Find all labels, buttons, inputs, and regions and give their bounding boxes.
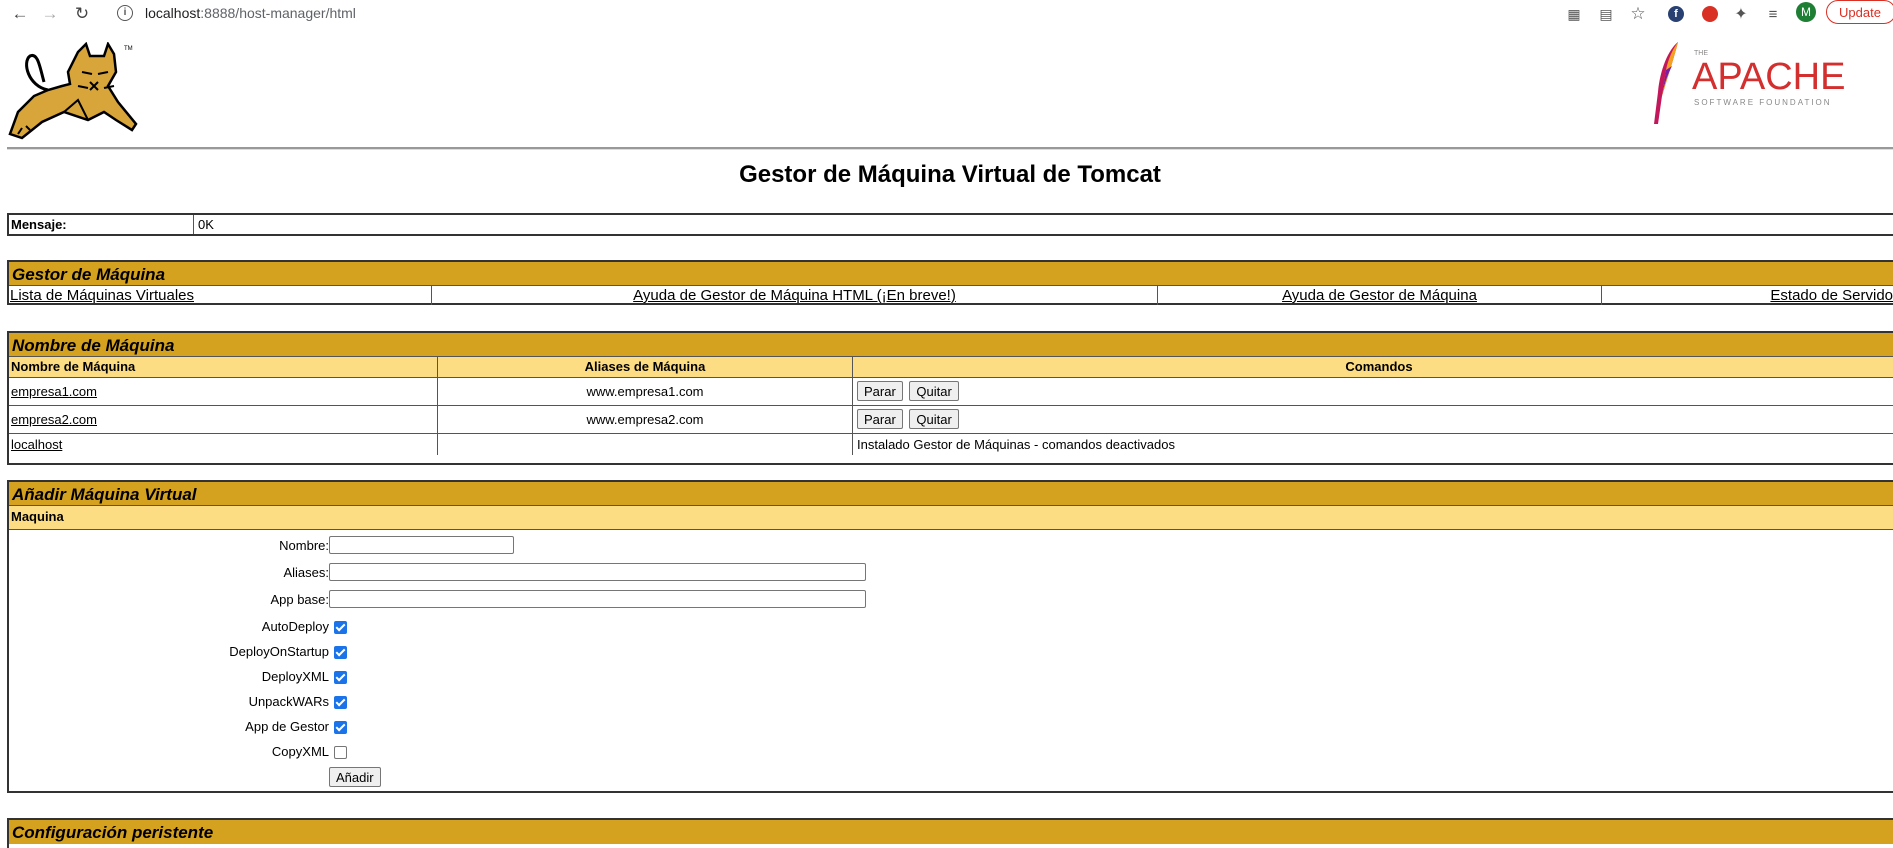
site-info-icon[interactable]: i [117, 5, 133, 21]
forward-icon[interactable]: → [38, 2, 62, 26]
form-row-appbase: App base: [9, 590, 609, 612]
manager-section: Gestor de Máquina Lista de Máquinas Virt… [7, 260, 1893, 305]
form-row-copyxml: CopyXML [9, 742, 609, 764]
checkbox-label: DeployOnStartup [29, 644, 329, 659]
checkbox-label: DeployXML [29, 669, 329, 684]
bookmark-star-icon[interactable]: ☆ [1628, 4, 1648, 24]
form-row-autodeploy: AutoDeploy [9, 617, 609, 639]
checkbox-label: AutoDeploy [29, 619, 329, 634]
table-row: empresa1.com www.empresa1.com Parar Quit… [9, 377, 1893, 405]
profile-avatar[interactable]: M [1796, 2, 1816, 22]
back-icon[interactable]: ← [8, 2, 32, 26]
form-row-unpackwars: UnpackWARs [9, 692, 609, 714]
url-path: :8888/host-manager/html [200, 5, 356, 21]
page-title: Gestor de Máquina Virtual de Tomcat [0, 161, 1893, 189]
add-host-button[interactable]: Añadir [329, 767, 381, 787]
link-host-list[interactable]: Lista de Máquinas Virtuales [10, 287, 194, 304]
link-manager-help[interactable]: Ayuda de Gestor de Máquina [1282, 287, 1477, 304]
host-table: Nombre de Máquina Aliases de Máquina Com… [9, 357, 1893, 455]
persistent-config-section: Configuración peristente [7, 818, 1893, 848]
table-row: localhost Instalado Gestor de Máquinas -… [9, 433, 1893, 455]
stop-host-button[interactable]: Parar [857, 381, 903, 401]
url-host: localhost [145, 5, 200, 21]
add-host-form: Nombre: Aliases: App base: AutoDeploy De… [9, 530, 1893, 790]
form-row-deployxml: DeployXML [9, 667, 609, 689]
message-label: Mensaje: [9, 215, 194, 234]
page-content: TM THE APACHE SOFTWARE FOUNDATION Gestor… [0, 28, 1893, 840]
add-host-section: Añadir Máquina Virtual Maquina Nombre: A… [7, 480, 1893, 793]
host-list-header: Nombre de Máquina [9, 333, 1893, 357]
host-commands-note: Instalado Gestor de Máquinas - comandos … [853, 433, 1893, 455]
host-aliases-input[interactable] [329, 563, 866, 581]
translate-icon[interactable]: ▤ [1596, 4, 1616, 24]
host-link-empresa1[interactable]: empresa1.com [11, 384, 97, 399]
checkbox-label: App de Gestor [29, 719, 329, 734]
form-row-deployonstartup: DeployOnStartup [9, 642, 609, 664]
app-base-input[interactable] [329, 590, 866, 608]
manager-header: Gestor de Máquina [9, 262, 1893, 286]
update-button[interactable]: Update [1826, 0, 1893, 24]
deployonstartup-checkbox[interactable] [334, 646, 347, 659]
deployxml-checkbox[interactable] [334, 671, 347, 684]
host-name-input[interactable] [329, 536, 514, 554]
host-alias [438, 433, 853, 455]
autodeploy-checkbox[interactable] [334, 621, 347, 634]
checkbox-label: CopyXML [29, 744, 329, 759]
link-html-help[interactable]: Ayuda de Gestor de Máquina HTML (¡En bre… [633, 287, 956, 304]
apache-name: APACHE [1692, 56, 1845, 99]
message-box: Mensaje: 0K [7, 213, 1893, 236]
field-label: Aliases: [29, 565, 329, 580]
form-row-manager-app: App de Gestor [9, 717, 609, 739]
tomcat-logo[interactable]: TM [8, 42, 143, 147]
checkbox-label: UnpackWARs [29, 694, 329, 709]
extension-f-icon[interactable]: f [1666, 4, 1686, 24]
field-label: Nombre: [29, 538, 329, 553]
extension-stop-icon[interactable] [1700, 4, 1720, 24]
col-host-name: Nombre de Máquina [9, 357, 438, 377]
add-host-subheader: Maquina [9, 506, 1893, 530]
host-list-section: Nombre de Máquina Nombre de Máquina Alia… [7, 331, 1893, 465]
form-row-aliases: Aliases: [9, 563, 609, 585]
add-host-header: Añadir Máquina Virtual [9, 482, 1893, 506]
qr-code-icon[interactable]: ▦ [1564, 4, 1584, 24]
apache-subtitle: SOFTWARE FOUNDATION [1694, 98, 1832, 107]
form-row-name: Nombre: [9, 536, 609, 558]
col-commands: Comandos [853, 357, 1893, 377]
extensions-puzzle-icon[interactable]: ✦ [1731, 4, 1751, 24]
manager-app-checkbox[interactable] [334, 721, 347, 734]
host-link-empresa2[interactable]: empresa2.com [11, 412, 97, 427]
media-list-icon[interactable]: ≡ [1763, 4, 1783, 24]
link-server-status[interactable]: Estado de Servidor [1770, 287, 1893, 304]
host-link-localhost[interactable]: localhost [11, 437, 62, 452]
host-alias: www.empresa2.com [438, 405, 853, 433]
stop-host-button[interactable]: Parar [857, 409, 903, 429]
browser-toolbar: ← → ↻ i localhost:8888/host-manager/html… [0, 0, 1893, 28]
header-divider [7, 147, 1893, 150]
table-row: empresa2.com www.empresa2.com Parar Quit… [9, 405, 1893, 433]
copyxml-checkbox[interactable] [334, 746, 347, 759]
unpackwars-checkbox[interactable] [334, 696, 347, 709]
col-host-aliases: Aliases de Máquina [438, 357, 853, 377]
message-value: 0K [194, 215, 1893, 234]
tomcat-tm-mark: TM [124, 46, 133, 52]
address-bar[interactable]: i localhost:8888/host-manager/html [108, 1, 1548, 25]
remove-host-button[interactable]: Quitar [909, 381, 958, 401]
field-label: App base: [29, 592, 329, 607]
reload-icon[interactable]: ↻ [70, 2, 94, 26]
persistent-config-header: Configuración peristente [9, 820, 1893, 844]
remove-host-button[interactable]: Quitar [909, 409, 958, 429]
host-alias: www.empresa1.com [438, 377, 853, 405]
